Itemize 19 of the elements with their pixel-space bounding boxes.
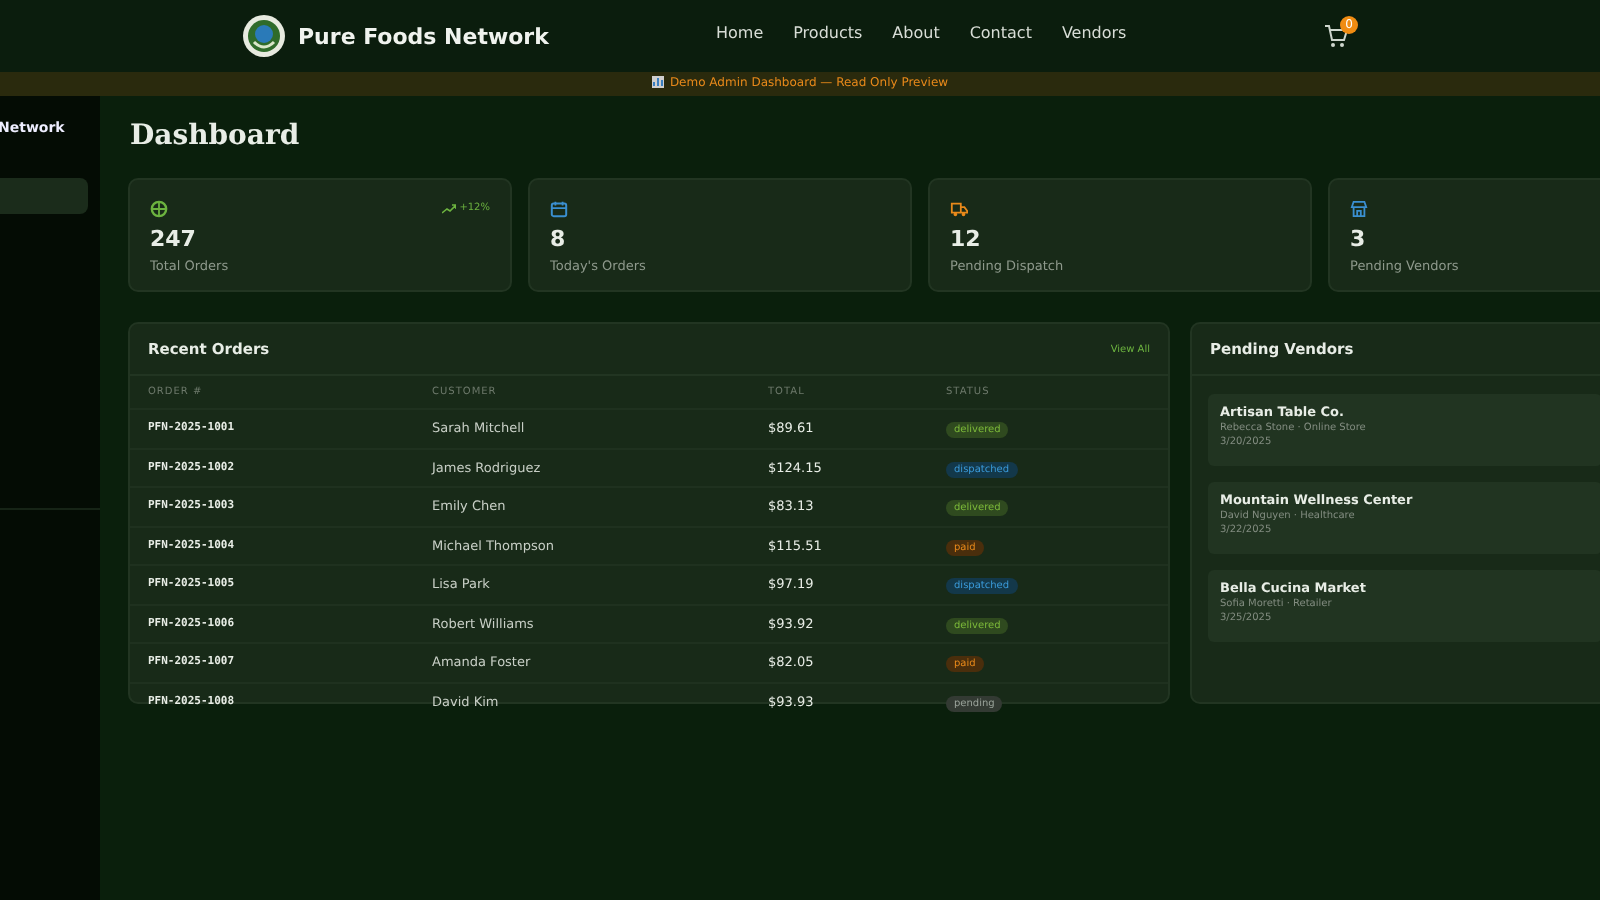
trend-up-icon bbox=[441, 203, 456, 213]
nav-link[interactable]: Home bbox=[716, 24, 764, 42]
brand-name[interactable]: Pure Foods Network bbox=[298, 23, 549, 49]
chart-icon bbox=[651, 76, 664, 88]
stat-value: 247 bbox=[150, 226, 198, 252]
store-icon bbox=[1350, 199, 1368, 217]
calendar-icon bbox=[550, 199, 568, 217]
truck-icon bbox=[950, 199, 968, 217]
nav-link[interactable]: About bbox=[892, 24, 940, 42]
box-icon bbox=[150, 199, 168, 217]
stat-value: 8 bbox=[550, 226, 568, 252]
nav-link[interactable]: Products bbox=[793, 24, 863, 42]
nav-link[interactable]: Contact bbox=[969, 24, 1032, 42]
stat-value: 3 bbox=[1350, 226, 1368, 252]
stat-value: 12 bbox=[950, 226, 983, 252]
cart-icon[interactable] bbox=[1324, 24, 1348, 48]
nav-link[interactable]: Vendors bbox=[1061, 24, 1127, 42]
page-title: Dashboard bbox=[130, 120, 302, 152]
logo-icon[interactable] bbox=[242, 14, 286, 58]
